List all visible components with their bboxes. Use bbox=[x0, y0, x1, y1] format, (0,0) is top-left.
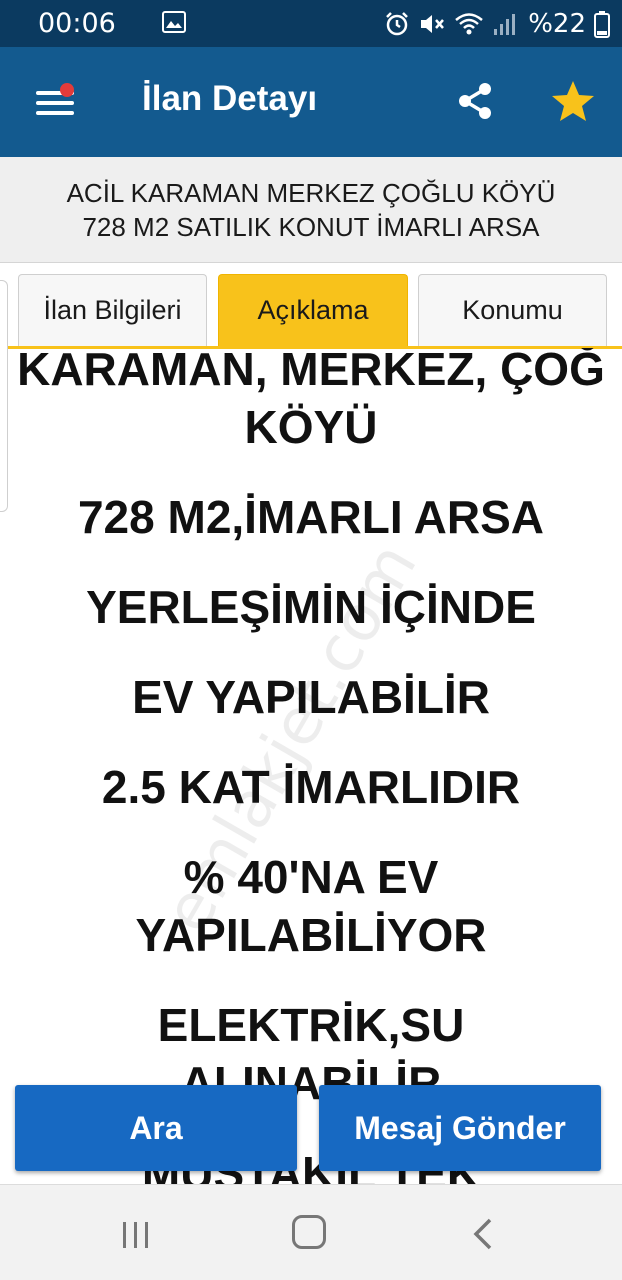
call-button[interactable]: Ara bbox=[15, 1085, 297, 1171]
description-text: ELEKTRİK,SU bbox=[157, 999, 465, 1051]
listing-title-line: 728 M2 SATILIK KONUT İMARLI ARSA bbox=[82, 211, 540, 242]
status-bar: 00:06 %22 bbox=[0, 0, 622, 47]
description-line: YERLEŞİMİN İÇİNDE bbox=[0, 578, 622, 636]
signal-icon bbox=[494, 14, 516, 35]
listing-title-bar: ACİL KARAMAN MERKEZ ÇOĞLU KÖYÜ 728 M2 SA… bbox=[0, 157, 622, 263]
status-icons: %22 bbox=[384, 6, 610, 42]
tab-aciklama[interactable]: Açıklama bbox=[218, 274, 408, 346]
star-icon[interactable] bbox=[550, 79, 596, 123]
menu-icon-line bbox=[36, 101, 74, 105]
tab-bar: İlan Bilgileri Açıklama Konumu bbox=[0, 264, 622, 349]
image-icon bbox=[162, 11, 186, 33]
mute-icon bbox=[421, 15, 445, 33]
description-text: EV YAPILABİLİR bbox=[132, 671, 490, 723]
alarm-icon bbox=[386, 12, 409, 36]
listing-title-line: ACİL KARAMAN MERKEZ ÇOĞLU KÖYÜ bbox=[66, 177, 556, 208]
notification-dot bbox=[60, 83, 74, 97]
description-line: 728 M2,İMARLI ARSA bbox=[0, 488, 622, 546]
system-nav-bar bbox=[0, 1184, 622, 1280]
description-text: KARAMAN, MERKEZ, ÇOĞ bbox=[17, 348, 605, 395]
wifi-icon bbox=[455, 13, 484, 35]
tab-ilan-bilgileri[interactable]: İlan Bilgileri bbox=[18, 274, 207, 346]
share-icon[interactable] bbox=[455, 81, 495, 121]
description-text: YAPILABİLİYOR bbox=[135, 909, 487, 961]
app-header: İlan Detayı bbox=[0, 47, 622, 157]
tab-konumu[interactable]: Konumu bbox=[418, 274, 607, 346]
back-icon[interactable] bbox=[470, 1217, 494, 1251]
description-scroll[interactable]: emlakjet.com KARAMAN, MERKEZ, ÇOĞ KÖYÜ 7… bbox=[0, 348, 622, 1184]
description-text: % 40'NA EV bbox=[183, 851, 439, 903]
page-title: İlan Detayı bbox=[142, 79, 318, 118]
status-time: 00:06 bbox=[38, 8, 116, 39]
menu-icon-line bbox=[36, 111, 74, 115]
description-line: % 40'NA EV YAPILABİLİYOR bbox=[0, 848, 622, 964]
recent-apps-icon[interactable] bbox=[120, 1221, 152, 1249]
description-line: 2.5 KAT İMARLIDIR bbox=[0, 758, 622, 816]
description-text: YERLEŞİMİN İÇİNDE bbox=[86, 581, 536, 633]
listing-title: ACİL KARAMAN MERKEZ ÇOĞLU KÖYÜ 728 M2 SA… bbox=[67, 176, 556, 244]
description-text: KÖYÜ bbox=[244, 401, 378, 453]
battery-percent: %22 bbox=[528, 9, 586, 39]
home-icon[interactable] bbox=[292, 1215, 326, 1249]
description-line: KARAMAN, MERKEZ, ÇOĞ KÖYÜ bbox=[0, 348, 622, 456]
send-message-button[interactable]: Mesaj Gönder bbox=[319, 1085, 601, 1171]
menu-button[interactable] bbox=[30, 83, 76, 123]
description-line: EV YAPILABİLİR bbox=[0, 668, 622, 726]
description-text: 2.5 KAT İMARLIDIR bbox=[101, 761, 521, 813]
battery-icon bbox=[594, 11, 610, 38]
description-content: KARAMAN, MERKEZ, ÇOĞ KÖYÜ 728 M2,İMARLI … bbox=[0, 348, 622, 1184]
description-text: 728 M2,İMARLI ARSA bbox=[77, 491, 545, 543]
